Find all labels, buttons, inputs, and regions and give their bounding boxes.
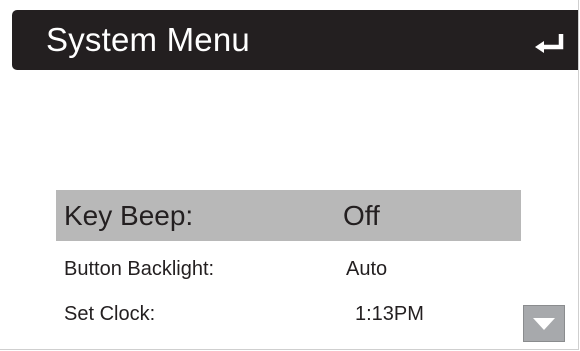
system-menu-screen: System Menu Key Beep: Off Button Backlig… bbox=[0, 0, 579, 350]
menu-item-label: Set Clock: bbox=[64, 303, 156, 325]
return-arrow-icon bbox=[535, 34, 564, 53]
header-bar: System Menu bbox=[12, 10, 578, 70]
back-button[interactable] bbox=[531, 22, 571, 58]
menu-item-key-beep[interactable]: Key Beep: Off bbox=[56, 190, 521, 241]
menu-item-button-backlight[interactable]: Button Backlight: Auto bbox=[56, 254, 521, 284]
menu-item-label: Button Backlight: bbox=[64, 258, 215, 280]
triangle-down-icon bbox=[533, 318, 555, 330]
page-title: System Menu bbox=[46, 21, 250, 58]
menu-item-set-clock[interactable]: Set Clock: 1:13PM bbox=[56, 299, 521, 329]
menu-item-label: Key Beep: bbox=[64, 200, 194, 231]
scroll-down-button[interactable] bbox=[523, 305, 565, 342]
menu-item-value: 1:13PM bbox=[355, 303, 424, 325]
menu-item-value: Off bbox=[343, 200, 380, 231]
menu-item-value: Auto bbox=[346, 258, 388, 280]
